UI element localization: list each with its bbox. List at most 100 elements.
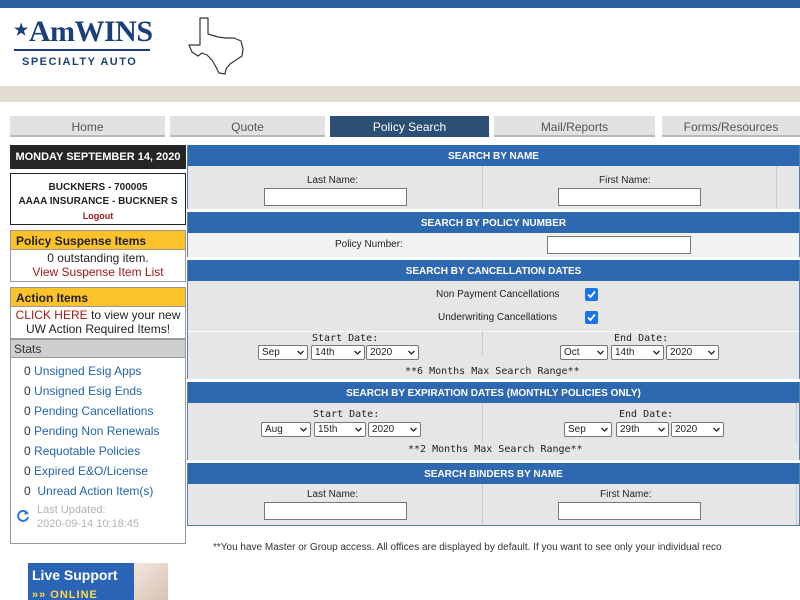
suspense-panel: Policy Suspense Items 0 outstanding item…: [10, 230, 186, 282]
cancel-range-note: **6 Months Max Search Range**: [405, 366, 580, 377]
refresh-icon[interactable]: [16, 509, 30, 523]
logout-link[interactable]: Logout: [11, 209, 185, 223]
checkmark-icon: [587, 290, 596, 299]
stat-pending-non-renewals: 0 Pending Non Renewals: [24, 424, 160, 438]
chevron-down-icon: [354, 350, 361, 355]
cancel-start-label: Start Date:: [312, 333, 379, 344]
nonpay-cancel-checkbox[interactable]: [585, 288, 598, 301]
stat-link[interactable]: Unsigned Esig Ends: [34, 384, 142, 398]
exp-end-month-select[interactable]: Sep: [564, 422, 612, 437]
exp-end-label: End Date:: [619, 409, 674, 420]
support-agent-avatar: [134, 563, 168, 600]
last-name-input[interactable]: [264, 188, 407, 206]
last-name-label: Last Name:: [307, 175, 359, 186]
binder-first-name-label: First Name:: [600, 489, 652, 500]
stat-link[interactable]: Pending Non Renewals: [34, 424, 159, 438]
policy-number-label: Policy Number:: [335, 239, 403, 250]
user-info-box: BUCKNERS - 700005 AAAA INSURANCE - BUCKN…: [10, 173, 186, 225]
chevron-down-icon: [408, 350, 415, 355]
cancel-start-year-select[interactable]: 2020: [366, 345, 419, 360]
header-divider-band: [0, 86, 800, 102]
binder-last-name-label: Last Name:: [307, 489, 359, 500]
stat-link[interactable]: Pending Cancellations: [34, 404, 153, 418]
stat-requotable-policies: 0 Requotable Policies: [24, 444, 141, 458]
chevron-down-icon: [300, 427, 307, 432]
first-name-label: First Name:: [599, 175, 651, 186]
search-by-policy-title: SEARCH BY POLICY NUMBER: [188, 212, 799, 233]
last-updated-label: Last Updated:: [37, 504, 106, 516]
action-items-panel: Action Items CLICK HERE to view your new…: [10, 287, 186, 339]
cancel-start-day-select[interactable]: 14th: [311, 345, 365, 360]
access-note: **You have Master or Group access. All o…: [213, 542, 722, 553]
cancel-end-year-select[interactable]: 2020: [666, 345, 719, 360]
exp-end-year-select[interactable]: 2020: [671, 422, 724, 437]
stat-pending-cancellations: 0 Pending Cancellations: [24, 404, 154, 418]
chevron-down-icon: [355, 427, 362, 432]
search-by-cancellation-title: SEARCH BY CANCELLATION DATES: [188, 260, 799, 281]
tab-quote[interactable]: Quote: [170, 116, 325, 137]
search-by-name-section: SEARCH BY NAME Last Name: First Name:: [187, 145, 800, 209]
cancel-start-month-select[interactable]: Sep: [258, 345, 308, 360]
cancel-end-day-select[interactable]: 14th: [611, 345, 664, 360]
view-suspense-link[interactable]: View Suspense Item List: [11, 265, 185, 279]
uw-cancel-label: Underwriting Cancellations: [438, 312, 557, 323]
search-binders-title: SEARCH BINDERS BY NAME: [188, 463, 799, 484]
uw-cancel-checkbox[interactable]: [585, 311, 598, 324]
search-by-name-title: SEARCH BY NAME: [188, 145, 799, 166]
last-updated-value: 2020-09-14 10:18:45: [37, 518, 140, 530]
stat-link[interactable]: Requotable Policies: [34, 444, 140, 458]
stat-link[interactable]: Unread Action Item(s): [37, 484, 153, 498]
exp-end-day-select[interactable]: 29th: [616, 422, 669, 437]
user-agency-code: BUCKNERS - 700005: [48, 182, 148, 193]
chevrons-icon: »»: [32, 589, 51, 600]
exp-start-day-select[interactable]: 15th: [314, 422, 366, 437]
texas-map-icon: [188, 17, 244, 75]
click-here-link[interactable]: CLICK HERE: [16, 308, 88, 322]
last-updated: Last Updated: 2020-09-14 10:18:45: [11, 503, 185, 531]
logo-sub-text: SPECIALTY AUTO: [22, 56, 138, 68]
chevron-down-icon: [708, 350, 715, 355]
policy-number-input[interactable]: [547, 236, 691, 254]
stat-unread-action-items: 0 Unread Action Item(s): [24, 484, 154, 498]
binder-last-name-input[interactable]: [264, 502, 407, 520]
live-support-button[interactable]: Live Support »» ONLINE: [28, 563, 168, 600]
cancel-end-month-select[interactable]: Oct: [560, 345, 608, 360]
exp-start-month-select[interactable]: Aug: [261, 422, 311, 437]
search-by-policy-section: SEARCH BY POLICY NUMBER Policy Number:: [187, 212, 800, 257]
action-items-title: Action Items: [10, 287, 186, 307]
tab-mail-reports[interactable]: Mail/Reports: [494, 116, 655, 137]
stat-unsigned-esig-apps: 0 Unsigned Esig Apps: [24, 364, 142, 378]
search-by-expiration-section: SEARCH BY EXPIRATION DATES (MONTHLY POLI…: [187, 382, 800, 460]
exp-start-label: Start Date:: [313, 409, 380, 420]
logo-main-text: AmWINS: [28, 15, 153, 48]
stat-link[interactable]: Unsigned Esig Apps: [34, 364, 141, 378]
user-agency-name: AAAA INSURANCE - BUCKNER S: [18, 196, 178, 207]
tab-home[interactable]: Home: [10, 116, 165, 137]
sidebar: MONDAY SEPTEMBER 14, 2020 BUCKNERS - 700…: [10, 145, 186, 544]
star-icon: ★: [14, 22, 28, 39]
chevron-down-icon: [597, 350, 604, 355]
chevron-down-icon: [410, 427, 417, 432]
tab-forms-resources[interactable]: Forms/Resources: [662, 116, 800, 137]
exp-start-year-select[interactable]: 2020: [368, 422, 421, 437]
current-date: MONDAY SEPTEMBER 14, 2020: [10, 145, 186, 169]
first-name-input[interactable]: [558, 188, 701, 206]
stat-unsigned-esig-ends: 0 Unsigned Esig Ends: [24, 384, 143, 398]
chevron-down-icon: [601, 427, 608, 432]
chevron-down-icon: [658, 427, 665, 432]
logo-rule: [14, 49, 150, 51]
main-nav: Home Quote Policy Search Mail/Reports Fo…: [10, 116, 800, 137]
checkmark-icon: [587, 313, 596, 322]
tab-policy-search[interactable]: Policy Search: [330, 116, 489, 137]
live-support-status: »» ONLINE: [32, 589, 98, 600]
binder-first-name-input[interactable]: [558, 502, 701, 520]
stat-link[interactable]: Expired E&O/License: [34, 464, 148, 478]
amwins-logo[interactable]: ★AmWINS SPECIALTY AUTO: [14, 15, 154, 68]
chevron-down-icon: [653, 350, 660, 355]
chevron-down-icon: [713, 427, 720, 432]
suspense-count: 0 outstanding item.: [47, 251, 149, 265]
top-accent-bar: [0, 0, 800, 8]
cancel-end-label: End Date:: [614, 333, 669, 344]
nonpay-cancel-label: Non Payment Cancellations: [436, 289, 560, 300]
chevron-down-icon: [297, 350, 304, 355]
